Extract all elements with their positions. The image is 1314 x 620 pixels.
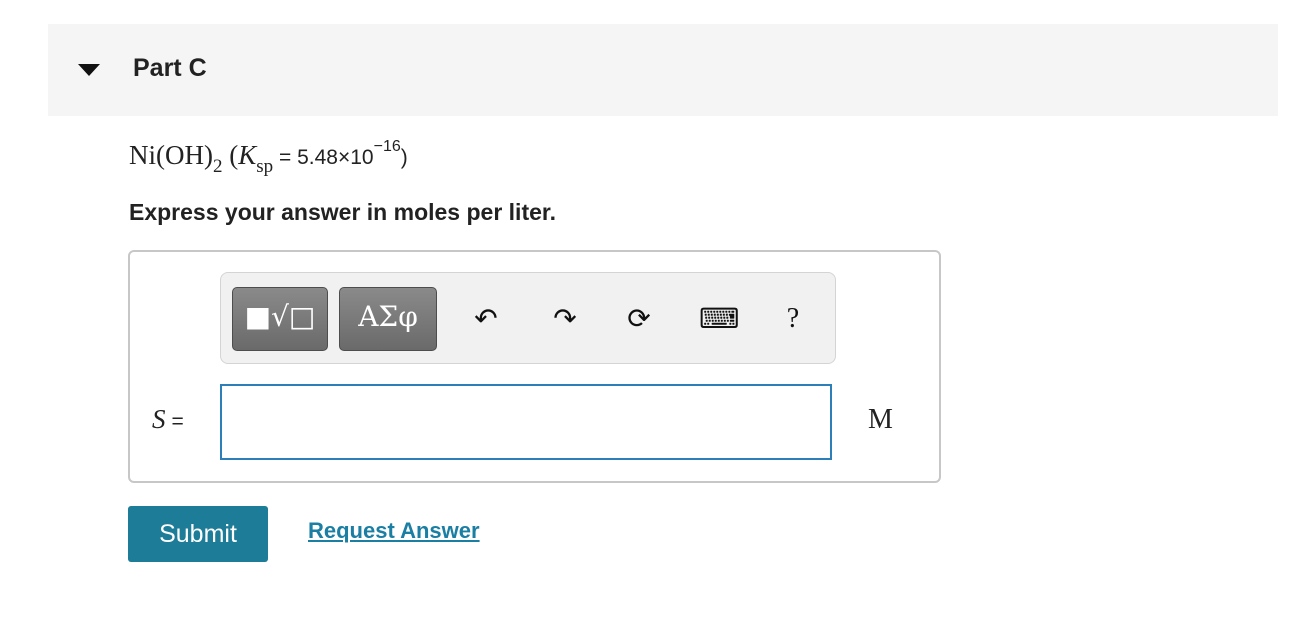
- help-button[interactable]: ?: [775, 301, 811, 337]
- templates-button[interactable]: ■√□: [232, 287, 328, 351]
- k-symbol: K: [238, 140, 257, 170]
- part-title: Part C: [133, 54, 207, 82]
- unit-label: M: [868, 404, 893, 435]
- symbols-button[interactable]: ΑΣφ: [339, 287, 437, 351]
- ksp-value: = 5.48×10: [273, 146, 374, 169]
- caret-down-icon[interactable]: [78, 64, 100, 76]
- answer-variable: S: [152, 404, 166, 434]
- answer-equals: =: [171, 410, 184, 433]
- math-toolbar: ■√□ ΑΣφ ↶ ↷ ⟳ ⌨ ?: [220, 272, 836, 364]
- templates-icon: ■√□: [244, 300, 316, 333]
- undo-icon[interactable]: ↶: [468, 301, 504, 337]
- submit-button[interactable]: Submit: [128, 506, 268, 562]
- part-header[interactable]: [48, 24, 1278, 116]
- k-subscript: sp: [256, 156, 274, 177]
- reset-icon[interactable]: ⟳: [621, 301, 657, 337]
- compound-subscript: 2: [212, 156, 223, 177]
- ksp-exponent: −16: [373, 138, 401, 155]
- instruction-text: Express your answer in moles per liter.: [129, 199, 556, 225]
- question-formula: Ni(OH)2 (Ksp = 5.48×10−16): [129, 138, 408, 177]
- compound: Ni(OH): [129, 140, 213, 170]
- request-answer-link[interactable]: Request Answer: [308, 518, 480, 544]
- open-paren: (: [229, 140, 239, 170]
- symbols-icon: ΑΣφ: [358, 300, 418, 333]
- redo-icon[interactable]: ↷: [547, 301, 583, 337]
- close-paren: ): [400, 146, 408, 169]
- answer-input[interactable]: [220, 384, 832, 460]
- answer-variable-label: S =: [152, 404, 184, 435]
- keyboard-icon[interactable]: ⌨: [699, 301, 739, 337]
